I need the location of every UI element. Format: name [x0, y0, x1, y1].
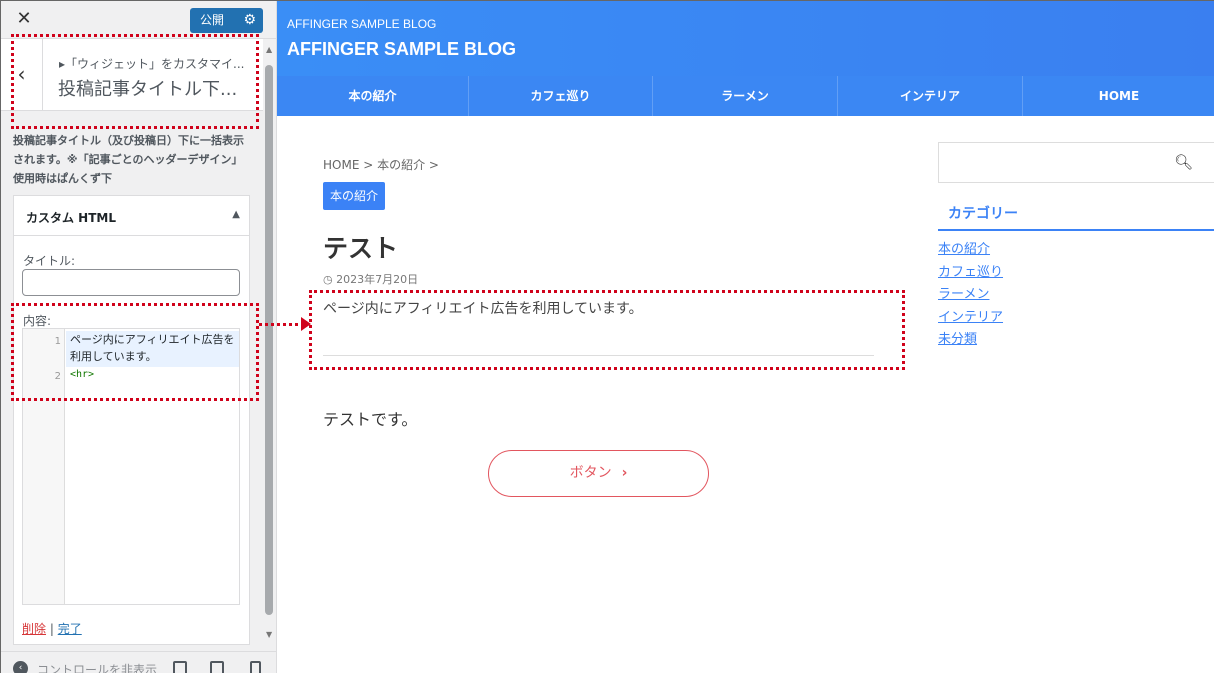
nav-item[interactable]: カフェ巡り	[469, 76, 653, 116]
delete-link[interactable]: 削除	[22, 622, 46, 636]
post-title: テスト	[323, 234, 399, 263]
widget-header[interactable]: カスタム HTML ▲	[14, 196, 249, 236]
annotation-arrowhead	[301, 317, 311, 331]
category-link[interactable]: カフェ巡り	[938, 262, 1003, 285]
post-button-label: ボタン	[569, 465, 612, 481]
tablet-preview-icon[interactable]	[210, 661, 224, 673]
category-widget-heading: カテゴリー	[938, 195, 1214, 231]
collapse-label[interactable]: コントロールを非表示	[37, 661, 157, 673]
collapse-icon[interactable]: ‹	[13, 661, 28, 673]
category-link[interactable]: 本の紹介	[938, 239, 1003, 262]
annotation-box-section	[11, 34, 259, 129]
search-icon[interactable]: 🔍︎	[1174, 153, 1193, 171]
category-list: 本の紹介 カフェ巡り ラーメン インテリア 未分類	[938, 239, 1003, 352]
chevron-right-icon: ›	[621, 465, 628, 481]
clock-icon: ◷	[323, 273, 337, 286]
widget-actions: 削除 | 完了	[22, 620, 82, 637]
annotation-box-editor	[11, 303, 259, 401]
scrollbar-thumb[interactable]	[265, 65, 273, 615]
collapse-arrow-icon[interactable]: ▲	[232, 209, 240, 220]
title-input[interactable]	[22, 269, 240, 296]
close-icon[interactable]: ✕	[13, 8, 35, 30]
nav-item[interactable]: インテリア	[838, 76, 1023, 116]
widget-title: カスタム HTML	[26, 211, 116, 225]
search-input[interactable]: 🔍︎	[938, 142, 1214, 183]
scroll-up-icon[interactable]: ▲	[266, 45, 272, 54]
category-link[interactable]: 未分類	[938, 329, 1003, 352]
customizer-footer: ‹ コントロールを非表示	[1, 651, 276, 673]
nav-item[interactable]: ラーメン	[653, 76, 838, 116]
site-title[interactable]: AFFINGER SAMPLE BLOG	[287, 39, 516, 60]
sidebar-scrollbar[interactable]: ▲ ▼	[263, 39, 276, 649]
breadcrumb[interactable]: HOME > 本の紹介 >	[323, 156, 439, 173]
annotation-box-preview	[309, 290, 905, 370]
done-link[interactable]: 完了	[58, 622, 82, 636]
post-date-text: 2023年7月20日	[336, 273, 419, 286]
gear-icon[interactable]: ⚙	[243, 8, 256, 33]
scroll-down-icon[interactable]: ▼	[266, 630, 272, 639]
global-nav: 本の紹介 カフェ巡り ラーメン インテリア HOME	[277, 76, 1214, 116]
post-date: ◷ 2023年7月20日	[323, 271, 418, 287]
category-badge[interactable]: 本の紹介	[323, 182, 386, 210]
nav-item[interactable]: 本の紹介	[277, 76, 469, 116]
category-link[interactable]: ラーメン	[938, 284, 1003, 307]
publish-label: 公開	[200, 13, 225, 27]
post-button[interactable]: ボタン ›	[488, 450, 709, 497]
category-heading-text: カテゴリー	[948, 206, 1018, 222]
nav-item[interactable]: HOME	[1023, 76, 1214, 116]
publish-button[interactable]: 公開 ⚙	[190, 8, 263, 33]
post-body: テストです。	[323, 410, 418, 429]
site-tagline: AFFINGER SAMPLE BLOG	[287, 17, 437, 31]
action-separator: |	[49, 622, 54, 636]
section-description: 投稿記事タイトル（及び投稿日）下に一括表示されます。※「記事ごとのヘッダーデザイ…	[13, 134, 244, 185]
custom-html-widget: カスタム HTML ▲ タイトル: 内容: 1 2 ページ内にアフィリエイト広告…	[13, 195, 250, 645]
title-field-label: タイトル:	[23, 254, 76, 268]
desktop-preview-icon[interactable]	[173, 661, 187, 673]
site-header: AFFINGER SAMPLE BLOG AFFINGER SAMPLE BLO…	[277, 1, 1214, 76]
category-link[interactable]: インテリア	[938, 307, 1003, 330]
mobile-preview-icon[interactable]	[250, 661, 261, 673]
annotation-arrow	[259, 323, 304, 326]
